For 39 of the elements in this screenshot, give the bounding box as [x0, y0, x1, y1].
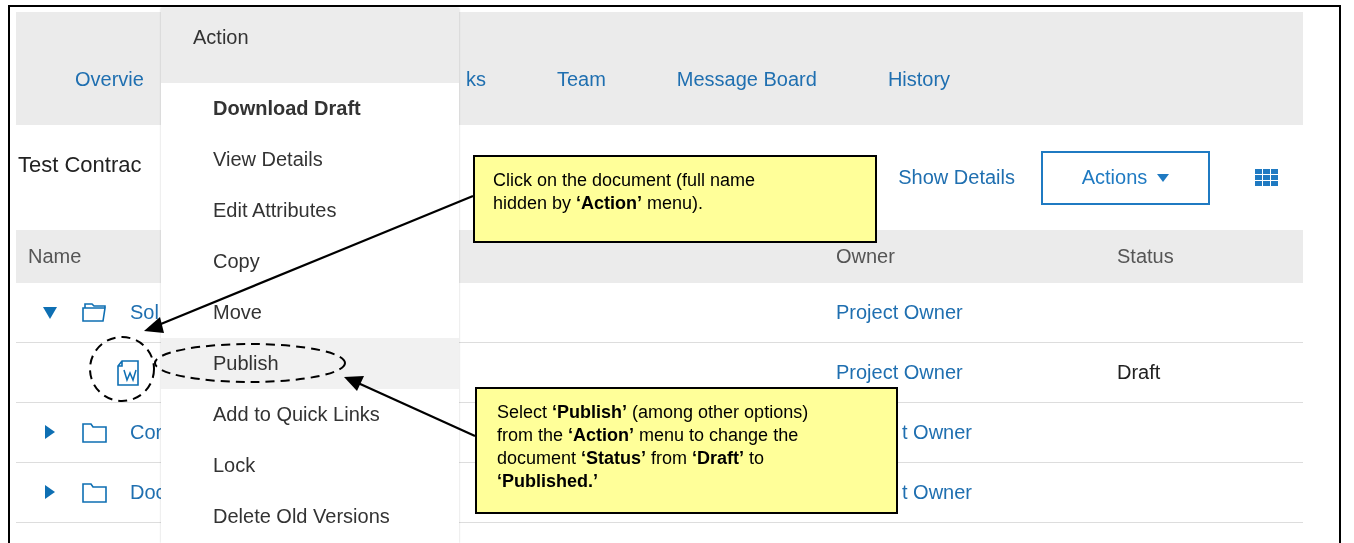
owner-link[interactable]: Project Owner	[836, 361, 963, 384]
status-text: Draft	[1117, 361, 1161, 384]
collapsed-triangle-icon[interactable]	[43, 424, 57, 441]
menu-item[interactable]: View Details	[161, 134, 459, 185]
show-details-link[interactable]: Show Details	[898, 166, 1015, 189]
menu-item[interactable]: Download Draft	[161, 83, 459, 134]
owner-link[interactable]: Project Owner	[836, 301, 963, 324]
grid-view-icon[interactable]	[1255, 168, 1279, 187]
folder-name-link[interactable]: Sol	[130, 301, 159, 324]
folder-icon	[82, 481, 108, 504]
menu-item[interactable]: Copy	[161, 236, 459, 287]
column-header[interactable]: Name	[16, 245, 82, 268]
folder-icon	[82, 301, 108, 324]
menu-item[interactable]: Lock	[161, 440, 459, 491]
menu-title: Action	[193, 26, 249, 49]
expanded-triangle-icon[interactable]	[43, 304, 57, 321]
menu-item[interactable]: Add to Quick Links	[161, 389, 459, 440]
menu-item[interactable]: Delete Old Versions	[161, 491, 459, 542]
nav-tab[interactable]: Overvie	[75, 68, 144, 91]
column-header[interactable]: Owner	[836, 245, 895, 268]
menu-item[interactable]: Publish	[161, 338, 459, 389]
collapsed-triangle-icon[interactable]	[43, 484, 57, 501]
page-title: Test Contrac	[17, 151, 142, 178]
callout-note: Click on the document (full name hidden by ‘Action’ menu).	[473, 155, 877, 243]
menu-item[interactable]: Edit Attributes	[161, 185, 459, 236]
folder-name-link[interactable]: Cor	[130, 421, 163, 444]
owner-link[interactable]: t Owner	[902, 421, 973, 444]
caret-icon	[1157, 173, 1170, 182]
document-icon[interactable]	[116, 359, 140, 386]
nav-tab[interactable]: History	[887, 68, 951, 91]
menu-item[interactable]: Move	[161, 287, 459, 338]
nav-tab[interactable]: Message Board	[676, 68, 817, 91]
nav-tab[interactable]: Team	[556, 68, 606, 91]
callout-note: Select ‘Publish’ (among other options) from the ‘Action’ menu to change the document ‘Status’ from ‘Draft’ to ‘Published.’	[475, 387, 898, 514]
folder-icon	[82, 421, 108, 444]
actions-button[interactable]: Actions	[1041, 150, 1210, 205]
nav-tab[interactable]: ks	[465, 68, 486, 91]
owner-link[interactable]: t Owner	[902, 481, 973, 504]
column-header[interactable]: Status	[1117, 245, 1174, 268]
